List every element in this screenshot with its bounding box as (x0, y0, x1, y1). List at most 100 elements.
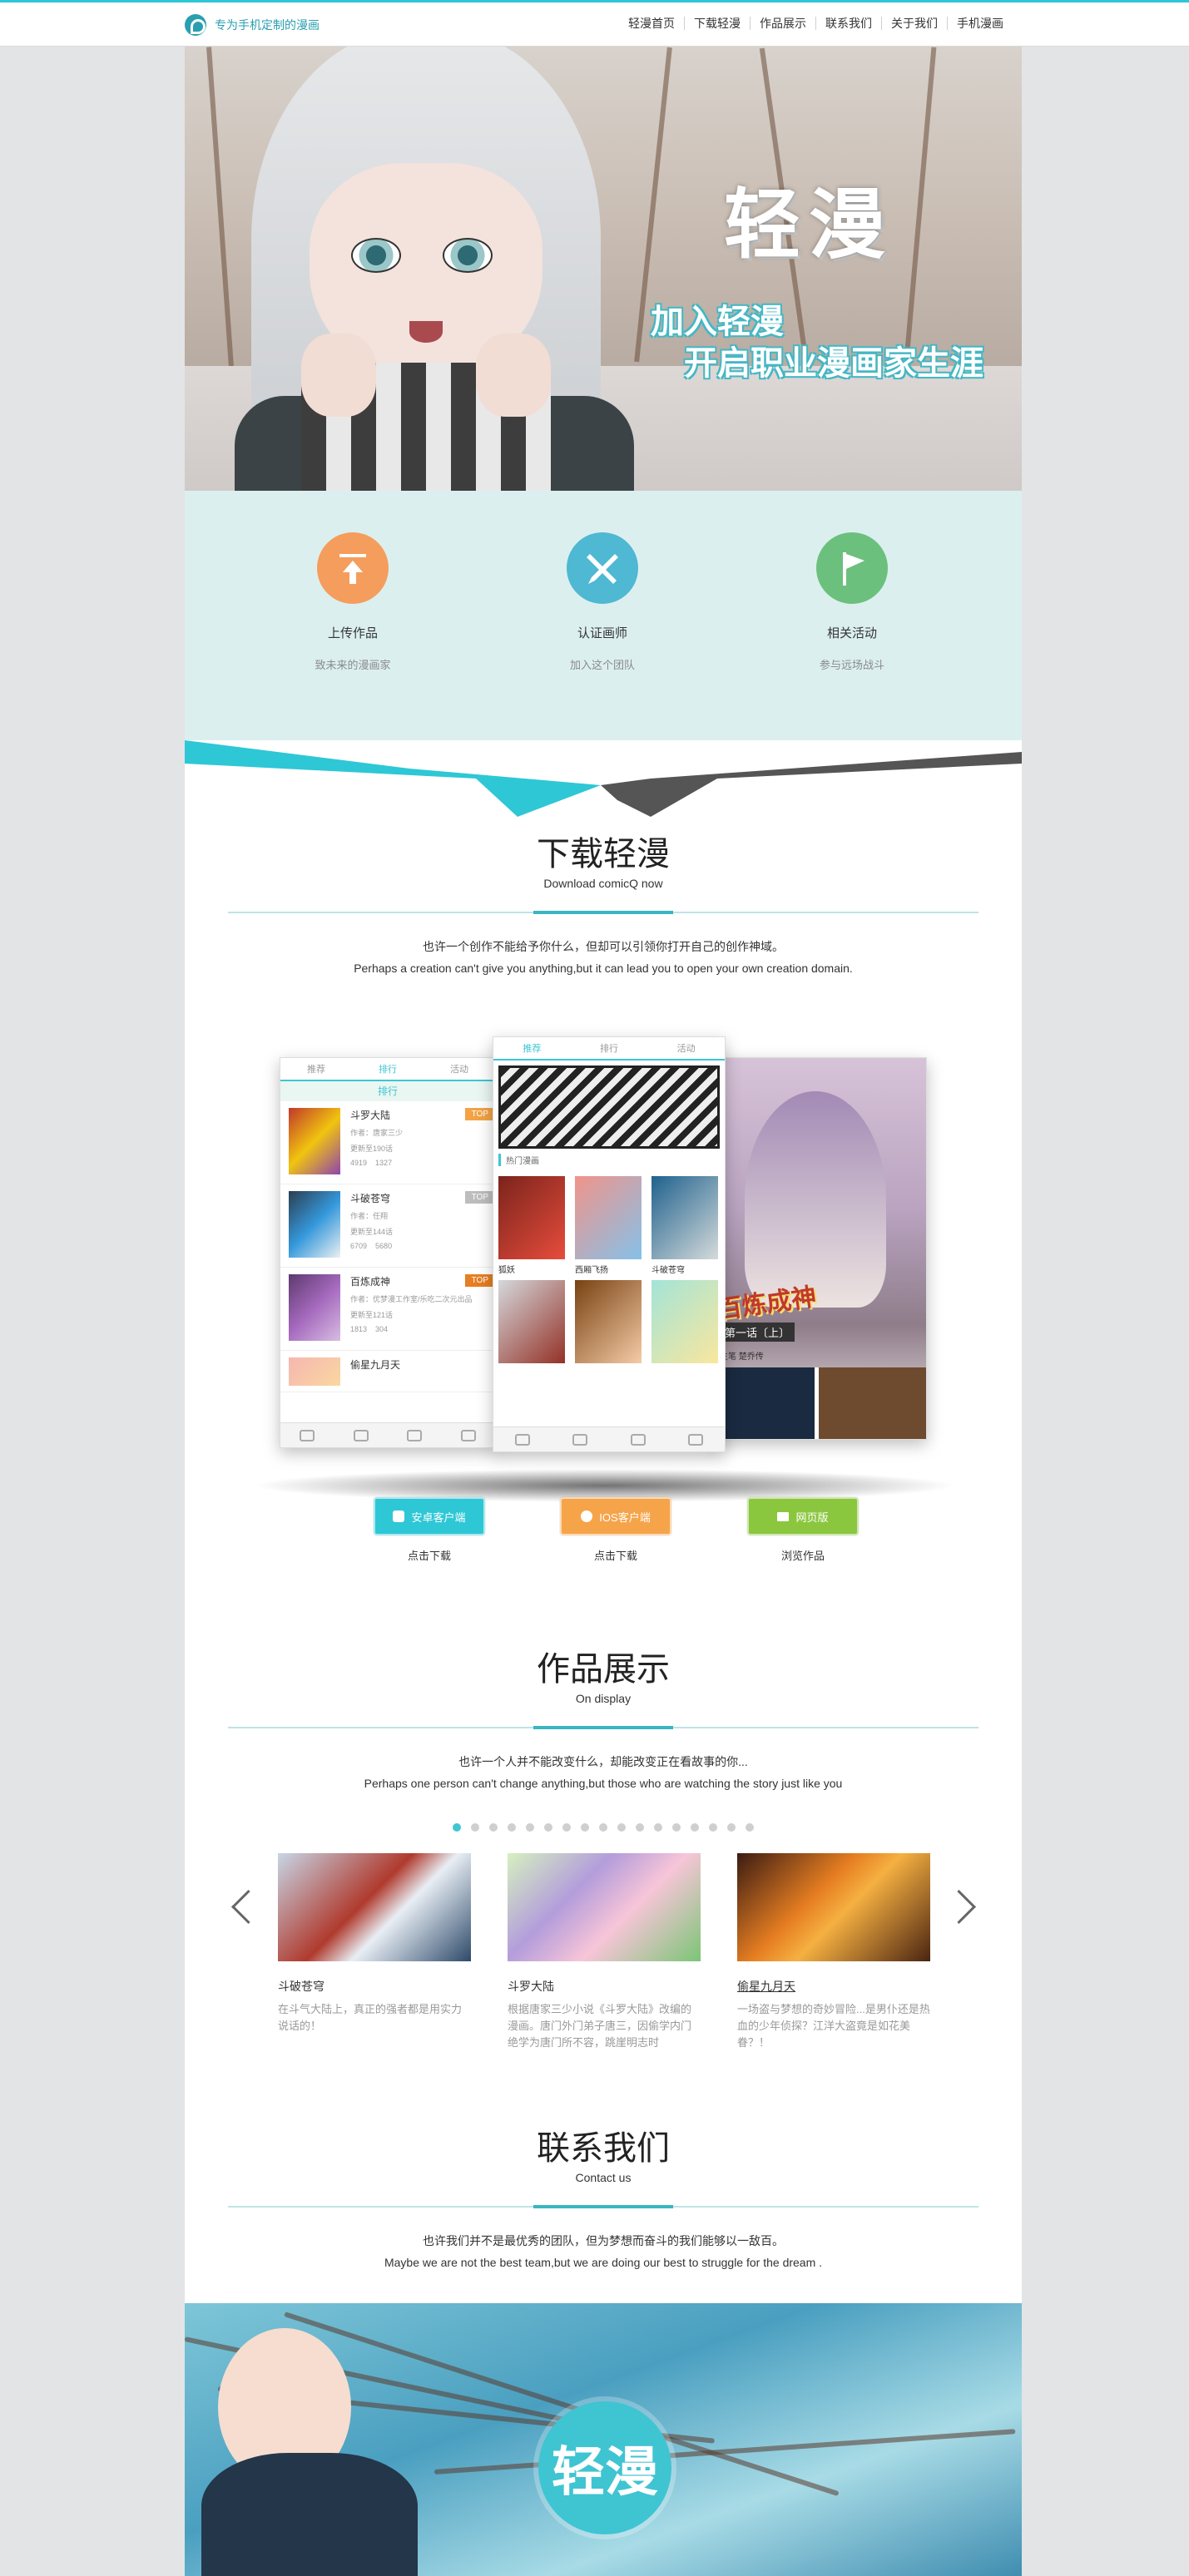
brand[interactable]: 专为手机定制的漫画 (185, 14, 320, 36)
display-title: 作品展示 (537, 1650, 670, 1688)
carousel-dot[interactable] (727, 1823, 736, 1832)
carousel-dot[interactable] (654, 1823, 662, 1832)
phone-bottom-nav (493, 1426, 725, 1451)
feature-certify[interactable]: 认证画师 加入这个团队 (519, 532, 686, 672)
ribbon-divider (185, 740, 1022, 817)
contact-text-cn: 也许我们并不是最优秀的团队，但为梦想而奋斗的我们能够以一敌百。 (423, 2234, 784, 2247)
feature-title: 认证画师 (577, 626, 627, 640)
nav-home[interactable]: 轻漫首页 (619, 17, 684, 30)
carousel-dot[interactable] (471, 1823, 479, 1832)
feature-events[interactable]: 相关活动 参与远场战斗 (769, 532, 935, 672)
web-version-button[interactable]: 网页版 (747, 1497, 859, 1535)
top-badge: TOP (464, 1274, 495, 1287)
list-meta: 作者：唐家三少 (350, 1129, 404, 1137)
carousel-dot[interactable] (617, 1823, 626, 1832)
grid-name: 斗破苍穹 (651, 1266, 685, 1275)
carousel-prev-arrow[interactable] (228, 1885, 253, 1926)
work-card[interactable]: 斗破苍穹 在斗气大陆上，真正的强者都是用实力说话的！ (278, 1853, 471, 2035)
carousel-dot[interactable] (636, 1823, 644, 1832)
feature-subtitle: 参与远场战斗 (819, 659, 884, 671)
monitor-icon (777, 1511, 790, 1521)
tree-decoration (206, 47, 235, 379)
footer-logo: 轻漫 (538, 2401, 671, 2534)
cover-image (651, 1280, 718, 1363)
grid-item: 斗破苍穹 (651, 1176, 718, 1275)
grid-item (498, 1280, 565, 1363)
android-button-label: 安卓客户端 (411, 1510, 466, 1524)
feature-subtitle: 加入这个团队 (569, 659, 635, 671)
cover-title: 百炼成神 (715, 1283, 819, 1325)
download-android: 安卓客户端 点击下载 (374, 1497, 485, 1563)
carousel-dot[interactable] (544, 1823, 552, 1832)
list-meta: 作者：优梦漫工作室/乐吃二次元出品 (350, 1295, 473, 1303)
main-nav: 轻漫首页 下载轻漫 作品展示 联系我们 关于我们 手机漫画 (619, 17, 1013, 30)
likes-count: 4919 (350, 1159, 368, 1167)
carousel-dot[interactable] (489, 1823, 498, 1832)
phone-tab: 排行 (379, 1065, 397, 1075)
carousel-dot[interactable] (672, 1823, 681, 1832)
feature-upload[interactable]: 上传作品 致未来的漫画家 (270, 532, 436, 672)
web-sub: 浏览作品 (780, 1550, 825, 1562)
phone-tabs: 推荐 排行 活动 (280, 1058, 495, 1081)
work-desc: 根据唐家三少小说《斗罗大陆》改编的漫画。唐门外门弟子唐三，因偷学内门绝学为唐门所… (508, 2003, 692, 2049)
work-name[interactable]: 斗罗大陆 (508, 1978, 701, 1995)
preview-panel (711, 1367, 926, 1439)
work-desc: 在斗气大陆上，真正的强者都是用实力说话的！ (278, 2003, 463, 2032)
carousel-dot[interactable] (581, 1823, 589, 1832)
carousel-dot[interactable] (453, 1823, 461, 1832)
nav-about[interactable]: 关于我们 (881, 17, 947, 30)
nav-contact[interactable]: 联系我们 (815, 17, 881, 30)
phone-tab: 活动 (450, 1065, 468, 1075)
carousel-dot[interactable] (746, 1823, 754, 1832)
feature-title: 相关活动 (826, 626, 877, 640)
brush-pen-icon (567, 532, 638, 604)
phone-banner: 排行 (280, 1081, 495, 1101)
author-name: 楚乔传 (738, 1352, 764, 1362)
feature-title: 上传作品 (327, 626, 378, 640)
list-meta: 作者：任翔 (350, 1212, 389, 1220)
ios-sub: 点击下载 (593, 1550, 637, 1562)
carousel-dot[interactable] (599, 1823, 607, 1832)
carousel-dot[interactable] (508, 1823, 516, 1832)
grid-name: 狐妖 (498, 1266, 515, 1275)
flag-icon (816, 532, 888, 604)
display-subtitle: On display (575, 1692, 632, 1705)
phone-tab: 排行 (600, 1044, 618, 1054)
list-meta: 更新至190话 (350, 1145, 394, 1153)
work-card[interactable]: 斗罗大陆 根据唐家三少小说《斗罗大陆》改编的漫画。唐门外门弟子唐三，因偷学内门绝… (508, 1853, 701, 2051)
list-name: 斗罗大陆 (350, 1110, 391, 1121)
download-ios: IOS客户端 点击下载 (560, 1497, 671, 1563)
character-art (745, 1091, 886, 1308)
nav-works[interactable]: 作品展示 (750, 17, 815, 30)
phone-center: 推荐 排行 活动 热门漫画 狐妖 西厢飞扬 斗破苍穹 (493, 1036, 726, 1452)
android-sub: 点击下载 (407, 1550, 451, 1562)
work-desc: 一场盗与梦想的奇妙冒险...是男仆还是热血的少年侦探？江洋大盗竟是如花美眷？！ (737, 2003, 930, 2049)
carousel-dot[interactable] (526, 1823, 534, 1832)
cover-image (289, 1274, 340, 1341)
work-name[interactable]: 斗破苍穹 (278, 1978, 471, 1995)
grid-name: 西厢飞扬 (575, 1266, 608, 1275)
carousel-dot[interactable] (691, 1823, 699, 1832)
list-name: 斗破苍穹 (350, 1193, 391, 1204)
android-download-button[interactable]: 安卓客户端 (374, 1497, 485, 1535)
nav-download[interactable]: 下载轻漫 (684, 17, 750, 30)
work-cover[interactable] (737, 1853, 930, 1961)
views-count: 304 (375, 1325, 389, 1333)
carousel-next-arrow[interactable] (952, 1885, 977, 1926)
grid-item: 西厢飞扬 (575, 1176, 642, 1275)
work-name[interactable]: 偷星九月天 (737, 1978, 930, 1995)
carousel-dots (185, 1823, 1022, 1832)
tree-decoration (902, 47, 937, 379)
work-cover[interactable] (278, 1853, 471, 1961)
apple-icon (581, 1510, 593, 1522)
character-eye (443, 238, 493, 273)
ios-download-button[interactable]: IOS客户端 (560, 1497, 671, 1535)
carousel-dot[interactable] (562, 1823, 571, 1832)
carousel-dot[interactable] (709, 1823, 717, 1832)
work-card[interactable]: 偷星九月天 一场盗与梦想的奇妙冒险...是男仆还是热血的少年侦探？江洋大盗竟是如… (737, 1853, 930, 2051)
phone-left: 推荐 排行 活动 排行 斗罗大陆 作者：唐家三少 更新至190话 4919 13… (280, 1057, 496, 1448)
download-text-cn: 也许一个创作不能给予你什么，但却可以引领你打开自己的创作神域。 (423, 940, 784, 953)
section-divider (228, 911, 978, 914)
work-cover[interactable] (508, 1853, 701, 1961)
nav-mobile[interactable]: 手机漫画 (947, 17, 1013, 30)
